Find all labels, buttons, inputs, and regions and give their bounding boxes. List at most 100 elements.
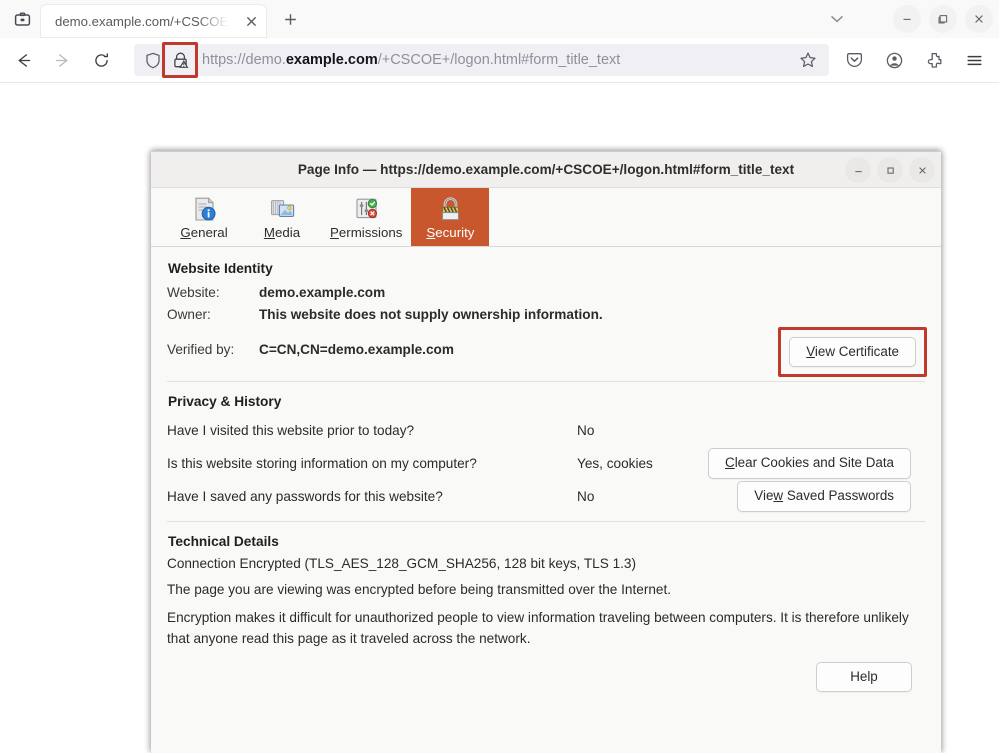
page-info-general-icon — [188, 195, 220, 224]
page-info-window-controls — [839, 152, 935, 188]
plus-icon — [283, 12, 298, 27]
technical-details-heading: Technical Details — [168, 534, 279, 549]
star-icon — [799, 51, 817, 69]
help-button[interactable]: Help — [816, 661, 912, 693]
app-menu-button[interactable] — [957, 44, 991, 76]
help-row: Help — [167, 661, 925, 693]
lock-warning-icon — [172, 51, 189, 69]
privacy-answer: Yes, cookies — [577, 456, 653, 471]
page-info-titlebar: Page Info — https://demo.example.com/+CS… — [151, 152, 941, 188]
website-row: Website: demo.example.com — [167, 281, 925, 303]
new-tab-button[interactable] — [274, 4, 306, 34]
firefox-view-icon — [14, 11, 31, 28]
tab-strip: demo.example.com/+CSCOE — [0, 0, 999, 38]
tab-security-label: Security — [426, 225, 475, 240]
window-minimize-button[interactable] — [893, 5, 921, 33]
bookmark-button[interactable] — [793, 51, 823, 69]
hamburger-menu-icon — [965, 51, 984, 70]
navigation-toolbar: https://demo.example.com/+CSCOE+/logon.h… — [0, 38, 999, 83]
clear-cookies-and-site-data-button[interactable]: Clear Cookies and Site Data — [708, 448, 911, 479]
website-value: demo.example.com — [259, 284, 386, 300]
page-info-security-icon — [434, 195, 466, 224]
privacy-question: Is this website storing information on m… — [167, 456, 477, 471]
window-maximize-button[interactable] — [929, 5, 957, 33]
tab-general[interactable]: General — [165, 188, 243, 246]
url-text[interactable]: https://demo.example.com/+CSCOE+/logon.h… — [202, 52, 793, 68]
page-info-minimize-button[interactable] — [845, 157, 871, 183]
extensions-puzzle-icon — [925, 51, 944, 70]
verified-by-row: Verified by: C=CN,CN=demo.example.com Vi… — [167, 325, 927, 378]
back-button[interactable] — [6, 44, 40, 76]
owner-label: Owner: — [167, 306, 211, 322]
back-arrow-icon — [14, 51, 33, 70]
shield-icon — [145, 52, 161, 69]
privacy-action-cell: View Saved Passwords — [689, 481, 925, 512]
view-certificate-highlight-annotation: View Certificate — [778, 327, 927, 378]
url-bar[interactable]: https://demo.example.com/+CSCOE+/logon.h… — [134, 42, 829, 78]
verified-by-label: Verified by: — [167, 341, 235, 357]
section-divider-2 — [167, 521, 925, 522]
reload-icon — [92, 51, 111, 70]
connection-encryption-line: Connection Encrypted (TLS_AES_128_GCM_SH… — [167, 556, 636, 571]
website-identity-heading: Website Identity — [168, 261, 273, 276]
privacy-answer: No — [577, 423, 595, 438]
connection-lock-button[interactable] — [162, 42, 198, 78]
website-identity-section: Website Identity Website: demo.example.c… — [167, 261, 927, 378]
tab-media-label: Media — [263, 225, 301, 240]
account-circle-icon — [885, 51, 904, 70]
nav-buttons — [6, 44, 118, 76]
forward-arrow-icon — [53, 51, 72, 70]
firefox-view-button[interactable] — [3, 4, 41, 34]
window-close-button[interactable] — [965, 5, 993, 33]
tab-permissions[interactable]: Permissions — [321, 188, 411, 246]
privacy-row: Have I saved any passwords for this webs… — [167, 480, 925, 513]
browser-tab[interactable]: demo.example.com/+CSCOE — [41, 5, 266, 37]
page-info-dialog: Page Info — https://demo.example.com/+CS… — [151, 151, 941, 753]
list-all-tabs-button[interactable] — [817, 4, 857, 34]
tab-media[interactable]: Media — [243, 188, 321, 246]
privacy-question: Have I visited this website prior to tod… — [167, 423, 415, 438]
privacy-row: Is this website storing information on m… — [167, 447, 925, 480]
privacy-row: Have I visited this website prior to tod… — [167, 414, 925, 447]
privacy-history-heading: Privacy & History — [168, 394, 282, 409]
toolbar-right-buttons — [837, 44, 991, 76]
section-divider-1 — [167, 381, 925, 382]
view-certificate-button[interactable]: View Certificate — [789, 337, 916, 368]
minimize-icon — [901, 13, 913, 25]
encryption-explanation-paragraph: Encryption makes it difficult for unauth… — [167, 610, 909, 646]
save-to-pocket-button[interactable] — [837, 44, 871, 76]
save-to-pocket-icon — [845, 51, 864, 70]
tab-close-button[interactable] — [240, 10, 262, 32]
tabstrip-controls — [817, 0, 999, 38]
extensions-button[interactable] — [917, 44, 951, 76]
page-info-maximize-button[interactable] — [877, 157, 903, 183]
page-info-media-icon — [266, 195, 298, 224]
view-saved-passwords-button[interactable]: View Saved Passwords — [737, 481, 911, 512]
owner-row: Owner: This website does not supply owne… — [167, 303, 925, 325]
reload-button[interactable] — [84, 44, 118, 76]
verified-by-value: C=CN,CN=demo.example.com — [259, 341, 454, 357]
tab-title: demo.example.com/+CSCOE — [55, 13, 229, 29]
forward-button[interactable] — [45, 44, 79, 76]
tab-permissions-label: Permissions — [330, 225, 403, 240]
account-button[interactable] — [877, 44, 911, 76]
close-icon — [973, 13, 985, 25]
security-panel: Website Identity Website: demo.example.c… — [151, 247, 941, 753]
website-label: Website: — [167, 284, 220, 300]
chevron-down-icon — [829, 11, 845, 27]
privacy-action-cell: Clear Cookies and Site Data — [689, 448, 925, 479]
privacy-answer: No — [577, 489, 595, 504]
page-info-tabbar: General Media Permissions Security — [151, 188, 941, 247]
identity-box[interactable] — [140, 42, 198, 78]
tracking-protection-shield-button[interactable] — [140, 52, 166, 69]
page-info-permissions-icon — [350, 195, 382, 224]
page-info-close-button[interactable] — [909, 157, 935, 183]
technical-details-section: Technical Details Connection Encrypted (… — [167, 534, 925, 693]
encryption-transmit-line: The page you are viewing was encrypted b… — [167, 581, 672, 597]
privacy-question: Have I saved any passwords for this webs… — [167, 489, 443, 504]
page-info-title: Page Info — https://demo.example.com/+CS… — [297, 162, 795, 177]
browser-window: demo.example.com/+CSCOE https://demo.exa… — [0, 0, 999, 753]
tab-security[interactable]: Security — [411, 188, 490, 246]
maximize-icon — [937, 13, 949, 25]
privacy-history-section: Privacy & History Have I visited this we… — [167, 394, 925, 513]
